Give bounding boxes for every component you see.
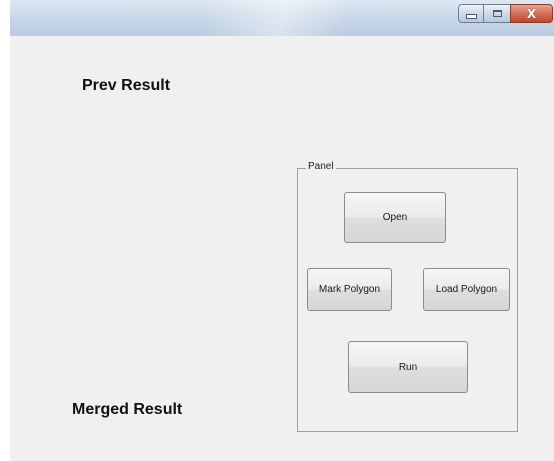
maximize-button[interactable] xyxy=(484,4,510,23)
load-polygon-button[interactable]: Load Polygon xyxy=(423,268,510,311)
close-button[interactable]: X xyxy=(510,4,553,23)
minimize-button[interactable] xyxy=(458,4,484,23)
panel-legend: Panel xyxy=(306,161,336,173)
title-bar[interactable]: X xyxy=(10,0,554,36)
run-button[interactable]: Run xyxy=(348,341,468,393)
open-button[interactable]: Open xyxy=(344,192,446,243)
app-window: X Prev Result Merged Result Panel Open M… xyxy=(10,0,554,461)
prev-result-label: Prev Result xyxy=(82,77,171,94)
maximize-icon xyxy=(492,10,502,17)
caption-buttons: X xyxy=(458,4,553,24)
merged-result-label: Merged Result xyxy=(72,401,183,418)
minimize-icon xyxy=(465,14,477,19)
close-icon: X xyxy=(526,6,537,21)
mark-polygon-button[interactable]: Mark Polygon xyxy=(307,268,392,311)
